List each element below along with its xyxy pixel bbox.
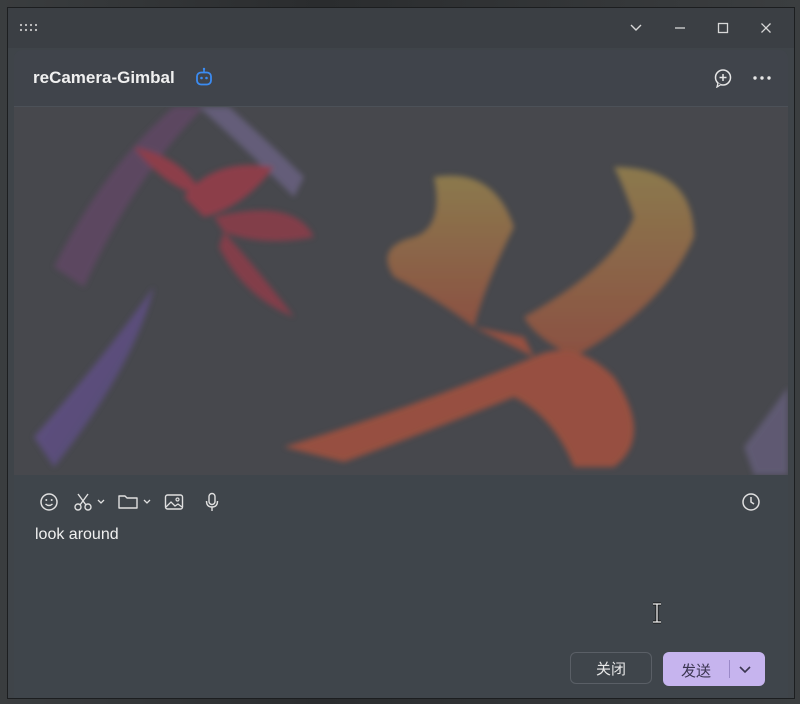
- send-button-divider: [729, 660, 730, 678]
- send-button-label: 发送: [681, 663, 712, 680]
- chat-header: reCamera-Gimbal: [14, 50, 788, 107]
- chat-panel: reCamera-Gimbal look around 关闭 发送: [14, 50, 788, 698]
- desktop-background: reCamera-Gimbal look around 关闭 发送: [0, 0, 800, 704]
- clock-icon[interactable]: [741, 490, 761, 514]
- microphone-icon[interactable]: [204, 490, 220, 514]
- close-icon[interactable]: [752, 16, 780, 40]
- folder-icon[interactable]: [117, 490, 153, 514]
- image-icon[interactable]: [164, 490, 184, 514]
- chat-title[interactable]: reCamera-Gimbal: [33, 68, 175, 88]
- title-bar[interactable]: [8, 8, 794, 48]
- minimize-icon[interactable]: [666, 16, 694, 40]
- send-options-chevron-icon[interactable]: [737, 661, 753, 677]
- emoji-icon[interactable]: [39, 490, 59, 514]
- scissors-icon[interactable]: [73, 490, 107, 514]
- chat-background-wallpaper: [14, 107, 788, 475]
- maximize-icon[interactable]: [709, 16, 737, 40]
- add-circle-icon[interactable]: [711, 66, 735, 90]
- text-cursor-icon: [653, 602, 661, 624]
- message-input[interactable]: look around: [35, 526, 119, 544]
- chevron-down-icon[interactable]: [622, 16, 650, 40]
- drag-grip-icon[interactable]: [18, 20, 40, 36]
- more-icon[interactable]: [750, 66, 774, 90]
- robot-icon[interactable]: [194, 67, 214, 87]
- close-button[interactable]: 关闭: [570, 652, 652, 684]
- compose-area[interactable]: look around 关闭 发送: [14, 475, 788, 698]
- send-button[interactable]: 发送: [663, 652, 765, 686]
- chat-window: reCamera-Gimbal look around 关闭 发送: [7, 7, 795, 699]
